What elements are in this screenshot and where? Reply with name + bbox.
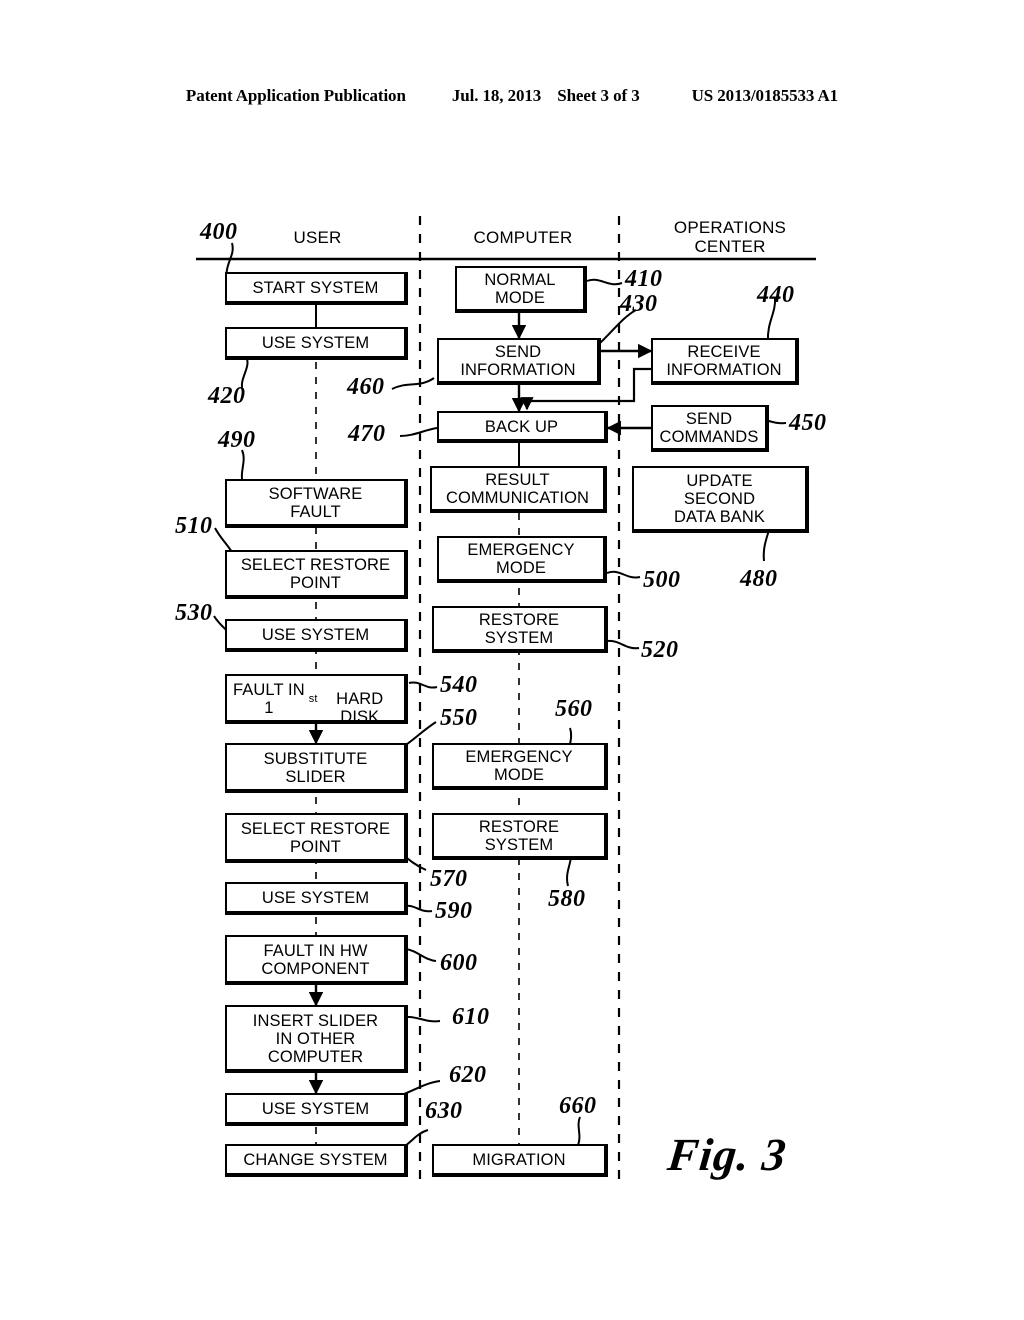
box-update-second-data-bank[interactable]: UPDATE SECOND DATA BANK xyxy=(632,466,809,533)
figure-vector-layer xyxy=(196,216,816,1185)
box-restore-system-1[interactable]: RESTORE SYSTEM xyxy=(432,606,608,653)
leader-470 xyxy=(399,427,438,437)
leader-410 xyxy=(586,278,623,286)
box-receive-information[interactable]: RECEIVE INFORMATION xyxy=(651,338,799,385)
ref-510: 510 xyxy=(175,513,213,539)
box-restore-system-2[interactable]: RESTORE SYSTEM xyxy=(432,813,608,860)
lane-title-operations: OPERATIONS CENTER xyxy=(673,218,787,256)
box-use-system-1[interactable]: USE SYSTEM xyxy=(225,327,408,360)
leader-610 xyxy=(404,1015,441,1023)
ref-570: 570 xyxy=(430,866,468,892)
leader-590 xyxy=(403,904,433,913)
leader-660 xyxy=(577,1116,581,1146)
ref-530: 530 xyxy=(175,600,213,626)
ref-470: 470 xyxy=(348,421,386,447)
ref-410: 410 xyxy=(625,266,663,292)
ref-590: 590 xyxy=(435,898,473,924)
box-use-system-3[interactable]: USE SYSTEM xyxy=(225,882,408,915)
ref-660: 660 xyxy=(559,1093,597,1119)
ref-550: 550 xyxy=(440,705,478,731)
box-normal-mode[interactable]: NORMAL MODE xyxy=(455,266,587,313)
figure-3-flowchart: USER COMPUTER OPERATIONS CENTER START SY… xyxy=(0,0,1024,1320)
leader-460 xyxy=(391,377,435,390)
box-use-system-2[interactable]: USE SYSTEM xyxy=(225,619,408,652)
box-result-communication[interactable]: RESULT COMMUNICATION xyxy=(430,466,607,513)
ref-600: 600 xyxy=(440,950,478,976)
ref-480: 480 xyxy=(740,566,778,592)
ref-560: 560 xyxy=(555,696,593,722)
box-use-system-4[interactable]: USE SYSTEM xyxy=(225,1093,408,1126)
box-send-information[interactable]: SEND INFORMATION xyxy=(437,338,601,385)
box-select-restore-point-1[interactable]: SELECT RESTORE POINT xyxy=(225,550,408,599)
leader-500 xyxy=(606,570,641,579)
ref-540: 540 xyxy=(440,672,478,698)
box-insert-slider[interactable]: INSERT SLIDER IN OTHER COMPUTER xyxy=(225,1005,408,1073)
box-fault-hw-component[interactable]: FAULT IN HW COMPONENT xyxy=(225,935,408,985)
box-software-fault[interactable]: SOFTWARE FAULT xyxy=(225,479,408,528)
ref-460: 460 xyxy=(347,374,385,400)
box-emergency-mode-1[interactable]: EMERGENCY MODE xyxy=(437,536,607,583)
ref-420: 420 xyxy=(208,383,246,409)
box-substitute-slider[interactable]: SUBSTITUTE SLIDER xyxy=(225,743,408,793)
ref-520: 520 xyxy=(641,637,679,663)
box-send-commands[interactable]: SEND COMMANDS xyxy=(651,405,769,452)
ref-500: 500 xyxy=(643,567,681,593)
box-emergency-mode-2[interactable]: EMERGENCY MODE xyxy=(432,743,608,790)
ref-440: 440 xyxy=(757,282,795,308)
box-change-system[interactable]: CHANGE SYSTEM xyxy=(225,1144,408,1177)
ref-610: 610 xyxy=(452,1004,490,1030)
ref-430: 430 xyxy=(620,291,658,317)
lane-title-user: USER xyxy=(293,228,342,247)
ref-450: 450 xyxy=(789,410,827,436)
ref-490: 490 xyxy=(218,427,256,453)
ref-630: 630 xyxy=(425,1098,463,1124)
leader-520 xyxy=(607,639,640,650)
leader-540 xyxy=(408,681,438,689)
ref-620: 620 xyxy=(449,1062,487,1088)
box-fault-first-hard-disk[interactable]: FAULT IN 1st HARD DISK xyxy=(225,674,408,726)
figure-caption: Fig. 3 xyxy=(665,1129,790,1180)
box-start-system[interactable]: START SYSTEM xyxy=(225,272,408,305)
lane-title-computer: COMPUTER xyxy=(473,228,573,247)
box-select-restore-point-2[interactable]: SELECT RESTORE POINT xyxy=(225,813,408,863)
box-back-up[interactable]: BACK UP xyxy=(437,411,608,443)
ref-400: 400 xyxy=(200,219,238,245)
ref-580: 580 xyxy=(548,886,586,912)
box-migration[interactable]: MIGRATION xyxy=(432,1144,608,1177)
